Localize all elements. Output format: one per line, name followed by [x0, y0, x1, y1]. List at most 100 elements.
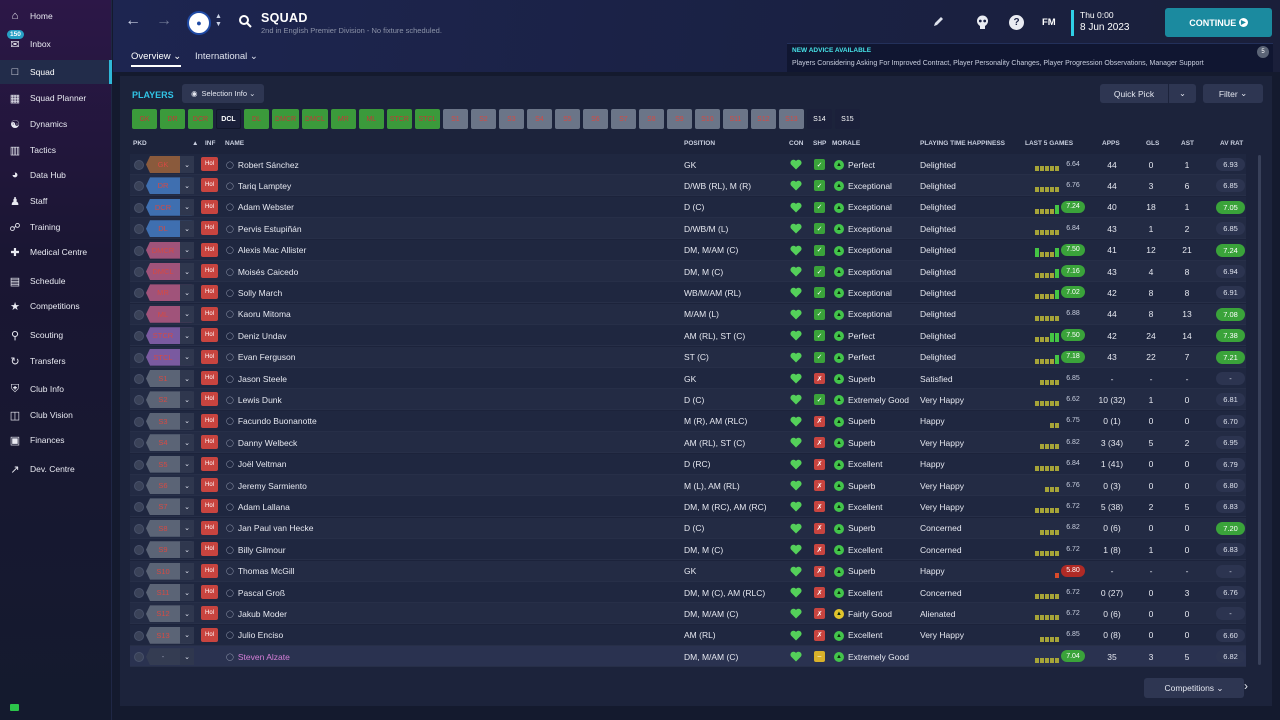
quick-pick-dropdown[interactable]: ⌄ [1169, 84, 1196, 103]
picked-position-select[interactable]: DR ⌄ [146, 177, 194, 195]
edit-pencil-icon[interactable] [933, 16, 944, 30]
player-name[interactable]: ◯ Robert Sánchez [226, 154, 299, 175]
col-shp[interactable]: SHP [813, 140, 826, 147]
table-row[interactable]: S9 ⌄ Hol ◯ Billy Gilmour DM, M (C) ✗ ▲ Excellent… [130, 539, 1246, 561]
table-row[interactable]: ML ⌄ Hol ◯ Kaoru Mitoma M/AM (L) ✓ ▲ Exceptional… [130, 303, 1246, 325]
col-apps[interactable]: APPS [1102, 140, 1120, 147]
picked-position-select[interactable]: S8 ⌄ [146, 519, 194, 537]
position-chip[interactable]: STCL [414, 109, 440, 129]
sidebar-item-club-info[interactable]: ⛨ Club Info [0, 377, 112, 401]
table-row[interactable]: STCL ⌄ Hol ◯ Evan Ferguson ST (C) ✓ ▲ Perfect Del… [130, 346, 1246, 368]
table-row[interactable]: S13 ⌄ Hol ◯ Julio Enciso AM (RL) ✗ ▲ Excellent Ve… [130, 624, 1246, 646]
row-select-checkbox[interactable] [134, 245, 144, 256]
picked-position-select[interactable]: S1 ⌄ [146, 370, 194, 387]
player-name[interactable]: ◯ Alexis Mac Allister [226, 240, 306, 261]
table-row[interactable]: S12 ⌄ Hol ◯ Jakub Moder DM, M/AM (C) ✗ ▲ Fairly … [130, 603, 1246, 625]
row-select-checkbox[interactable] [134, 288, 144, 299]
player-name[interactable]: ◯ Kaoru Mitoma [226, 304, 291, 325]
holiday-badge[interactable]: Hol [201, 285, 218, 300]
position-chip[interactable]: DR [160, 109, 185, 129]
table-row[interactable]: DMCR ⌄ Hol ◯ Alexis Mac Allister DM, M/AM (C)… [130, 239, 1246, 261]
holiday-badge[interactable]: Hol [201, 371, 218, 385]
holiday-badge[interactable]: Hol [201, 413, 218, 428]
holiday-badge[interactable]: Hol [201, 328, 218, 343]
position-chip[interactable]: S13 [778, 109, 804, 129]
table-row[interactable]: DL ⌄ Hol ◯ Pervis Estupiñán D/WB/M (L) ✓ ▲ Excep… [130, 218, 1246, 240]
picked-position-select[interactable]: S3 ⌄ [146, 412, 194, 430]
col-pkd[interactable]: PKD [133, 140, 147, 147]
position-chip[interactable]: S11 [722, 109, 748, 129]
player-name[interactable]: ◯ Deniz Undav [226, 325, 287, 346]
picked-position-select[interactable]: S9 ⌄ [146, 541, 194, 559]
position-chip[interactable]: GK [132, 109, 157, 129]
player-name[interactable]: ◯ Steven Alzate [226, 646, 290, 667]
search-icon[interactable] [239, 15, 252, 31]
position-chip[interactable]: S4 [526, 109, 552, 129]
row-select-checkbox[interactable] [134, 459, 144, 470]
picked-position-select[interactable]: MR ⌄ [146, 284, 194, 302]
position-chip[interactable]: S3 [498, 109, 524, 129]
picked-position-select[interactable]: S2 ⌄ [146, 391, 194, 409]
sidebar-item-medical-centre[interactable]: ✚ Medical Centre [0, 240, 112, 264]
picked-position-select[interactable]: S13 ⌄ [146, 626, 194, 644]
sidebar-item-inbox[interactable]: ✉ 150 Inbox [0, 30, 112, 56]
row-select-checkbox[interactable] [134, 609, 144, 620]
col-name[interactable]: NAME [225, 140, 244, 147]
row-select-checkbox[interactable] [134, 588, 144, 598]
row-select-checkbox[interactable] [134, 523, 144, 534]
player-name[interactable]: ◯ Facundo Buonanotte [226, 411, 317, 432]
holiday-badge[interactable]: Hol [201, 478, 218, 492]
col-playing-time-happiness[interactable]: PLAYING TIME HAPPINESS [920, 140, 1005, 147]
sidebar-item-club-vision[interactable]: ◫ Club Vision [0, 403, 112, 427]
picked-position-select[interactable]: S5 ⌄ [146, 455, 194, 473]
col-av-rat[interactable]: AV RAT [1220, 140, 1243, 147]
competitions-button[interactable]: Competitions ⌄ [1144, 678, 1244, 698]
holiday-badge[interactable]: Hol [201, 264, 218, 278]
row-select-checkbox[interactable] [134, 309, 144, 320]
row-select-checkbox[interactable] [134, 502, 144, 513]
sidebar-item-home[interactable]: ⌂ Home [0, 4, 112, 28]
table-row[interactable]: S2 ⌄ Hol ◯ Lewis Dunk D (C) ✓ ▲ Extremely Good Ve… [130, 389, 1246, 411]
holiday-badge[interactable]: Hol [201, 242, 218, 257]
table-row[interactable]: S8 ⌄ Hol ◯ Jan Paul van Hecke D (C) ✗ ▲ Superb Co… [130, 517, 1246, 539]
picked-position-select[interactable]: STCL ⌄ [146, 348, 194, 366]
position-chip[interactable]: S10 [694, 109, 720, 129]
position-chip[interactable]: DCL [216, 109, 241, 129]
table-row[interactable]: S11 ⌄ Hol ◯ Pascal Groß DM, M (C), AM (RLC) ✗ ▲… [130, 582, 1246, 603]
row-select-checkbox[interactable] [134, 438, 144, 449]
table-row[interactable]: - ⌄ ◯ Steven Alzate DM, M/AM (C) – ▲ Extremely … [130, 646, 1246, 668]
table-row[interactable]: S10 ⌄ Hol ◯ Thomas McGill GK ✗ ▲ Superb Happy 5.80… [130, 560, 1246, 582]
picked-position-select[interactable]: DMCL ⌄ [146, 263, 194, 280]
chevron-right-icon[interactable]: › [1244, 679, 1248, 693]
player-name[interactable]: ◯ Pascal Groß [226, 582, 285, 603]
table-row[interactable]: S4 ⌄ Hol ◯ Danny Welbeck AM (RL), ST (C) ✗ ▲ Sup… [130, 432, 1246, 454]
holiday-badge[interactable]: Hol [201, 199, 218, 214]
table-row[interactable]: S5 ⌄ Hol ◯ Joël Veltman D (RC) ✗ ▲ Excellent Happ… [130, 453, 1246, 475]
sidebar-item-squad[interactable]: □ Squad [0, 60, 112, 84]
player-name[interactable]: ◯ Jason Steele [226, 368, 287, 389]
holiday-badge[interactable]: Hol [201, 435, 218, 450]
tab-international[interactable]: International ⌄ [195, 51, 258, 65]
row-select-checkbox[interactable] [134, 160, 144, 170]
picked-position-select[interactable]: DMCR ⌄ [146, 241, 194, 259]
row-select-checkbox[interactable] [134, 202, 144, 213]
position-chip[interactable]: DMCL [302, 109, 328, 129]
holiday-badge[interactable]: Hol [201, 542, 218, 557]
player-name[interactable]: ◯ Evan Ferguson [226, 347, 296, 368]
sidebar-item-scouting[interactable]: ⚲ Scouting [0, 323, 112, 347]
player-name[interactable]: ◯ Tariq Lamptey [226, 175, 291, 196]
sidebar-item-finances[interactable]: ▣ Finances [0, 428, 112, 452]
holiday-badge[interactable]: Hol [201, 520, 218, 535]
picked-position-select[interactable]: S7 ⌄ [146, 498, 194, 516]
picked-position-select[interactable]: S12 ⌄ [146, 605, 194, 623]
position-chip[interactable]: DL [244, 109, 269, 129]
holiday-badge[interactable]: Hol [201, 627, 218, 642]
row-select-checkbox[interactable] [134, 224, 144, 235]
player-name[interactable]: ◯ Moisés Caicedo [226, 261, 298, 282]
holiday-badge[interactable]: Hol [201, 392, 218, 407]
position-chip[interactable]: STCR [386, 109, 412, 129]
holiday-badge[interactable]: Hol [201, 349, 218, 364]
filter-button[interactable]: Filter ⌄ [1203, 84, 1263, 103]
player-name[interactable]: ◯ Adam Webster [226, 197, 294, 218]
player-name[interactable]: ◯ Julio Enciso [226, 625, 283, 646]
